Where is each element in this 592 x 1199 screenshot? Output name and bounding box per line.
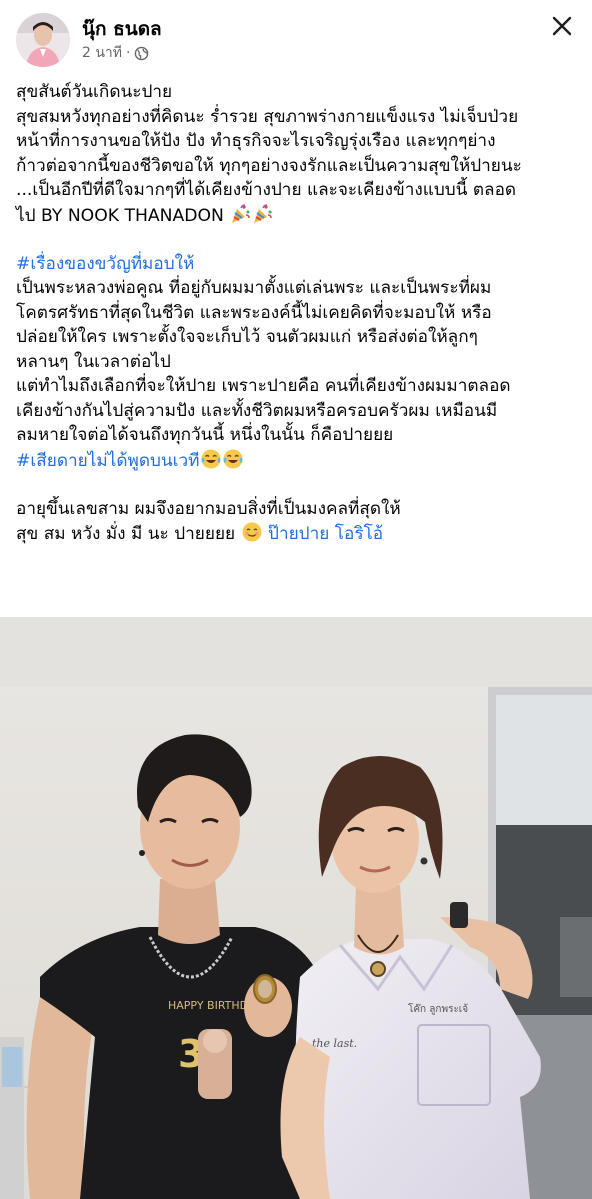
hashtag-line: #เสียดายไม่ได้พูดบนเวที: [16, 448, 582, 473]
post-line: เคียงข้างกันไปสู่ความปัง และทั้งชีวิตผมห…: [16, 400, 498, 421]
party-popper-icon: [251, 203, 273, 233]
author-name[interactable]: นุ๊ก ธนดล: [82, 14, 162, 44]
smiling-face-icon: [241, 521, 263, 551]
post-line: ก้าวต่อจากนี้ของชีวิตขอให้ ทุกๆอย่างจงรั…: [16, 155, 522, 176]
post-line-with-mention: สุข สม หวัง มั่ง มี นะ ปายยยย ป๊ายปาย โอ…: [16, 521, 582, 546]
mention-link[interactable]: ป๊ายปาย โอริโอ้: [268, 524, 383, 544]
avatar-image: [16, 13, 70, 67]
tears-of-joy-icon: [200, 448, 222, 478]
hashtag-link[interactable]: #เสียดายไม่ได้พูดบนเวที: [16, 451, 200, 471]
post-line: หลานๆ ในเวลาต่อไป: [16, 351, 171, 372]
post-header: นุ๊ก ธนดล 2 นาที ·: [0, 0, 592, 70]
close-button[interactable]: [546, 10, 578, 42]
globe-icon[interactable]: [134, 46, 149, 61]
post-line: อายุขึ้นเลขสาม ผมจึงอยากมอบสิ่งที่เป็นมง…: [16, 498, 401, 519]
party-popper-icon: [229, 203, 251, 233]
uniform-name-text: โค๊ก ลูกพระเจ้: [408, 1002, 468, 1015]
post-line: แต่ทำไมถึงเลือกที่จะให้ปาย เพราะปายคือ ค…: [16, 376, 511, 396]
post-line: ปล่อยให้ใคร เพราะตั้งใจจะเก็บไว้ จนตัวผม…: [16, 327, 478, 347]
post-line: สุขสันต์วันเกิดนะปาย: [16, 82, 173, 102]
post-line: โคตรศรัทธาที่สุดในชีวิต และพระองค์นี้ไม่…: [16, 302, 492, 323]
uniform-writing-text: the last.: [312, 1037, 357, 1050]
post-body: สุขสันต์วันเกิดนะปาย สุขสมหวังทุกอย่างที…: [16, 80, 582, 546]
post-meta: 2 นาที ·: [82, 42, 149, 64]
post-line: สุขสมหวังทุกอย่างที่คิดนะ ร่ำรวย สุขภาพร…: [16, 106, 519, 127]
post-line: หน้าที่การงานขอให้ปัง ปัง ทำธุรกิจจะไรเจ…: [16, 131, 496, 151]
post-photo[interactable]: HAPPY BIRTHDAY 30 โค๊ก ลูก: [0, 617, 592, 1199]
photo-image: HAPPY BIRTHDAY 30 โค๊ก ลูก: [0, 617, 592, 1199]
post-line-text: ไป BY NOOK THANADON: [16, 205, 224, 226]
meta-separator: ·: [126, 45, 131, 61]
post-line-with-emoji: ไป BY NOOK THANADON: [16, 203, 582, 228]
tears-of-joy-icon: [222, 448, 244, 478]
post-line-text: สุข สม หวัง มั่ง มี นะ ปายยยย: [16, 524, 236, 544]
post-line: ลมหายใจต่อได้จนถึงทุกวันนี้ หนึ่งในนั้น …: [16, 425, 394, 445]
post-line: ...เป็นอีกปีที่ดีใจมากๆที่ได้เคียงข้างปา…: [16, 180, 517, 200]
close-icon: [552, 16, 572, 36]
author-avatar[interactable]: [16, 13, 70, 67]
post-line: เป็นพระหลวงพ่อคูณ ที่อยู่กับผมมาตั้งแต่เ…: [16, 278, 492, 298]
hashtag-link[interactable]: #เรื่องของขวัญที่มอบให้: [16, 252, 582, 277]
post-time[interactable]: 2 นาที: [82, 42, 122, 64]
